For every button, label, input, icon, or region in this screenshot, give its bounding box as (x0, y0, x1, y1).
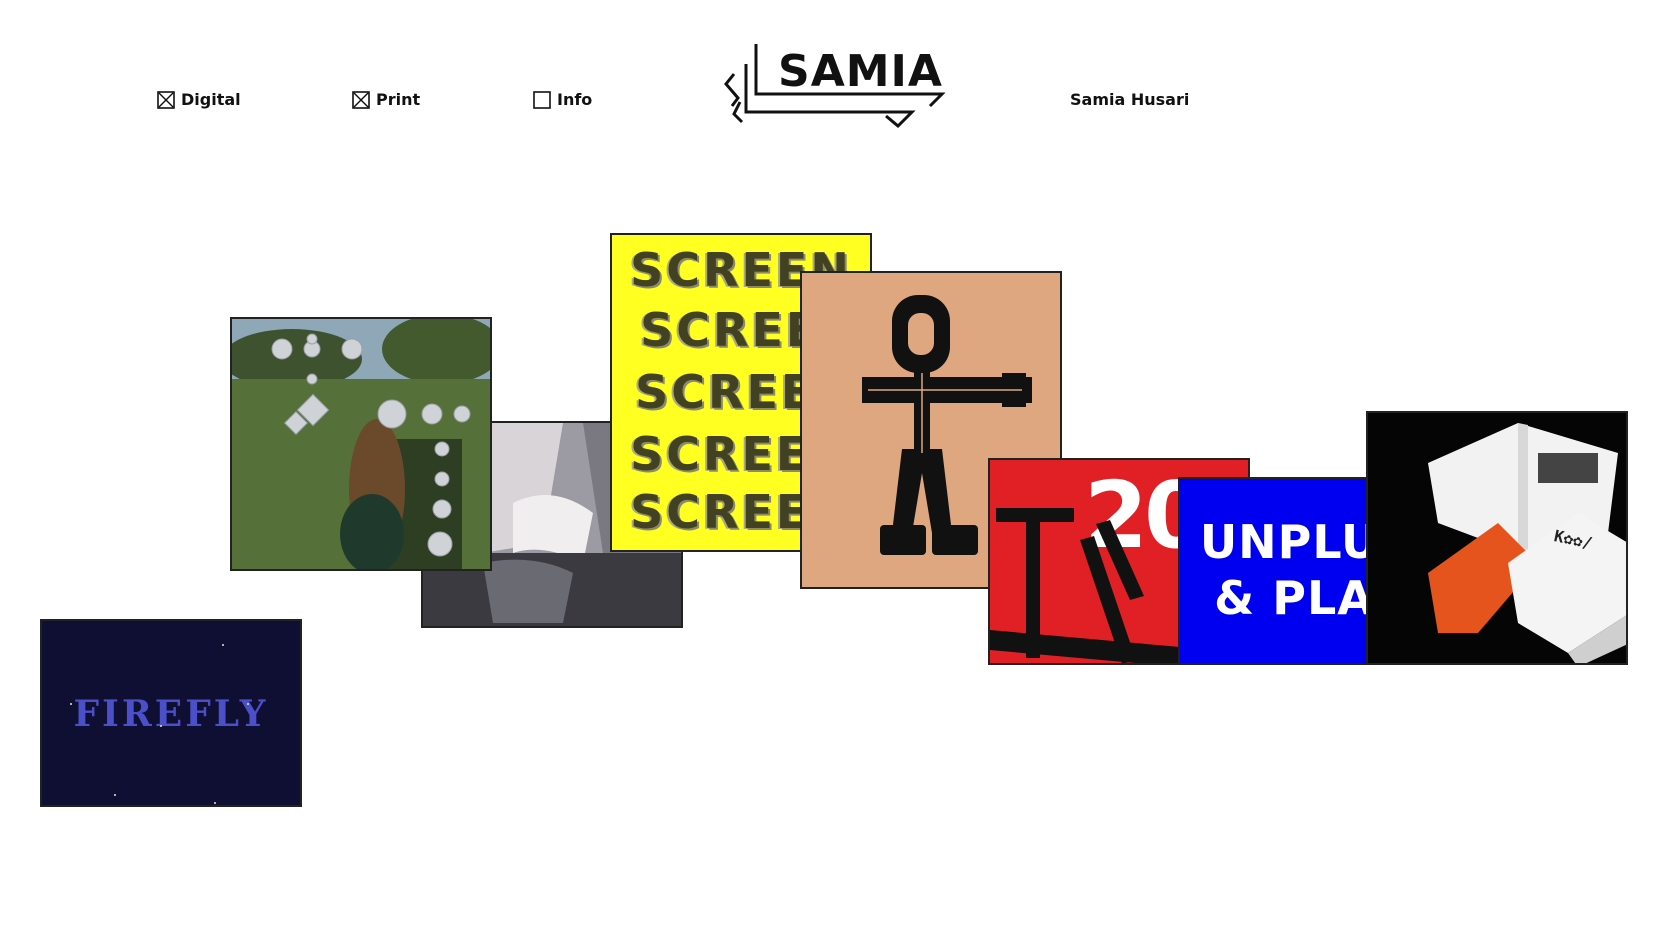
filter-print[interactable]: Print (352, 90, 420, 109)
firefly-dot (114, 794, 116, 796)
firefly-dot (70, 703, 72, 705)
filter-print-label: Print (376, 90, 421, 109)
project-card-garden[interactable] (230, 317, 492, 571)
garden-photo-image (232, 319, 490, 569)
project-card-firefly[interactable]: FIREFLY (40, 619, 302, 807)
checkbox-unchecked-icon[interactable] (533, 90, 551, 109)
filter-digital-label: Digital (181, 90, 241, 109)
filter-info-label: Info (557, 90, 593, 109)
checkbox-checked-icon[interactable] (352, 90, 370, 109)
firefly-dot (214, 802, 216, 804)
site-logo[interactable]: SAMIA (722, 40, 950, 136)
firefly-dot (247, 703, 249, 705)
project-card-koo[interactable]: K✿✿/ (1366, 411, 1628, 665)
firefly-dot (222, 644, 224, 646)
checkbox-checked-icon[interactable] (157, 90, 175, 109)
filter-digital[interactable]: Digital (157, 90, 241, 109)
author-name[interactable]: Samia Husari (1070, 90, 1189, 109)
logo-text: SAMIA (778, 46, 943, 97)
firefly-title: FIREFLY (73, 693, 269, 735)
filter-info[interactable]: Info (533, 90, 592, 109)
firefly-dot (160, 725, 162, 727)
